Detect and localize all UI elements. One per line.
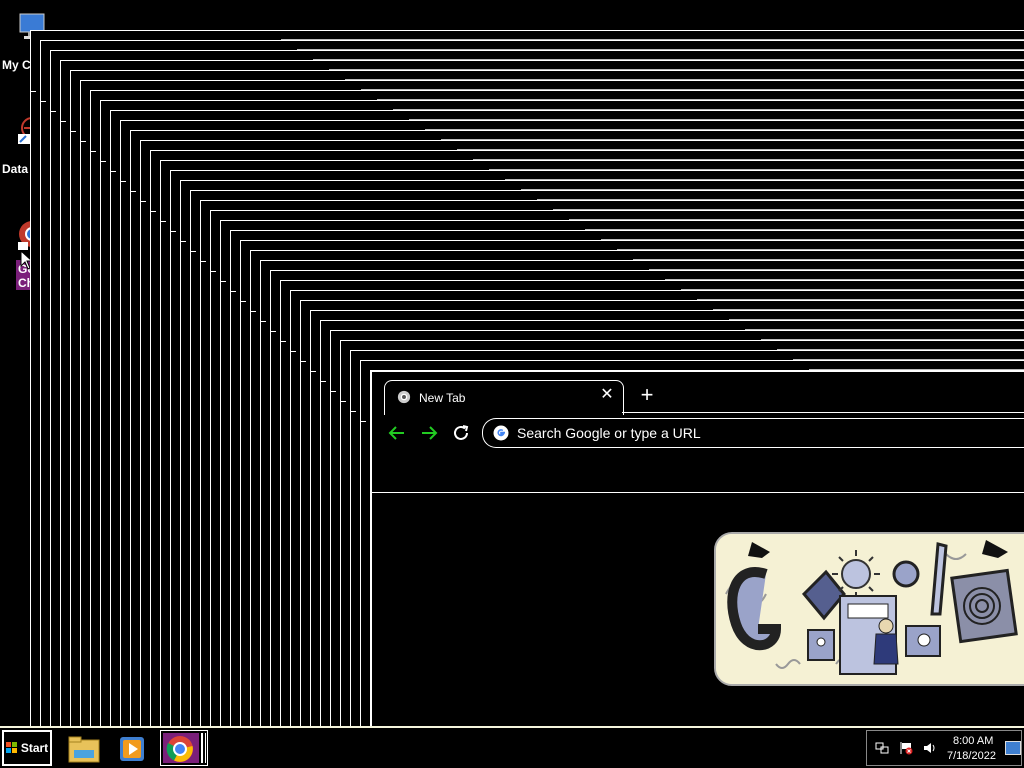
ghost-tick [280,341,286,342]
browser-toolbar: Search Google or type a URL [372,414,1024,493]
ghost-tick [340,401,346,402]
doodle-artwork [716,534,1024,684]
ghost-tick [320,381,326,382]
file-explorer-icon[interactable] [66,732,102,766]
ghost-tick [90,151,96,152]
ghost-tick [270,331,276,332]
taskbar: Start 8:00 AM 7/18/2022 [0,726,1024,768]
ghost-tick [300,361,306,362]
reload-icon[interactable] [450,422,472,444]
ghost-tick [150,211,156,212]
forward-arrow-icon[interactable] [418,422,440,444]
ghost-tick [350,411,356,412]
ghost-tick [200,261,206,262]
ghost-tick [120,181,126,182]
toolbar-divider [372,492,1024,493]
back-arrow-icon[interactable] [386,422,408,444]
ghost-tick [330,391,336,392]
ghost-tick [190,251,196,252]
start-label: Start [20,741,49,755]
ghost-tick [160,221,166,222]
ghost-tick [210,271,216,272]
network-icon[interactable] [875,741,889,755]
address-bar[interactable]: Search Google or type a URL [482,418,1024,448]
ghost-tick [80,141,86,142]
ghost-tick [110,171,116,172]
tab-title: New Tab [419,391,466,405]
ghost-tick [250,311,256,312]
start-button[interactable]: Start [2,730,52,766]
ghost-tick [170,231,176,232]
ghost-tick [40,101,46,102]
ghost-tick [230,291,236,292]
ghost-tick [60,121,66,122]
tab-strip-divider [622,412,1024,413]
tab-close-icon[interactable]: ✕ [599,387,615,403]
ghost-tick [100,161,106,162]
ghost-tick [70,131,76,132]
ghost-tick [30,91,36,92]
ghost-tick [140,201,146,202]
ghost-tick [360,421,366,422]
address-placeholder: Search Google or type a URL [517,425,701,441]
chrome-tab-icon [397,390,411,404]
chrome-window[interactable]: New Tab ✕ + Search Google or type a URL [370,370,1024,726]
action-center-flag-icon[interactable] [899,741,913,755]
new-tab-button[interactable]: + [636,384,658,406]
google-doodle-image[interactable] [714,532,1024,686]
show-desktop-icon[interactable] [1005,741,1021,755]
volume-icon[interactable] [923,741,937,755]
stack-indicator [201,733,203,763]
clock-date[interactable]: 7/18/2022 [947,750,996,762]
ghost-tick [220,281,226,282]
windows-logo-icon [5,742,17,753]
stack-indicator [205,733,206,763]
ghost-tick [290,351,296,352]
ghost-tick [180,241,186,242]
system-tray: 8:00 AM 7/18/2022 [866,730,1022,766]
media-player-icon[interactable] [114,732,150,766]
tab-new-tab[interactable]: New Tab ✕ [384,380,624,415]
ghost-tick [260,321,266,322]
google-g-icon [493,425,509,441]
clock-time[interactable]: 8:00 AM [953,735,993,747]
ghost-tick [310,371,316,372]
chrome-icon [166,736,193,762]
desktop: My C Data Go Ch New Tab ✕ + Search Googl… [0,0,1024,726]
ghost-tick [130,191,136,192]
ghost-tick [240,301,246,302]
taskbar-chrome-group[interactable] [160,730,208,766]
ghost-tick [50,111,56,112]
